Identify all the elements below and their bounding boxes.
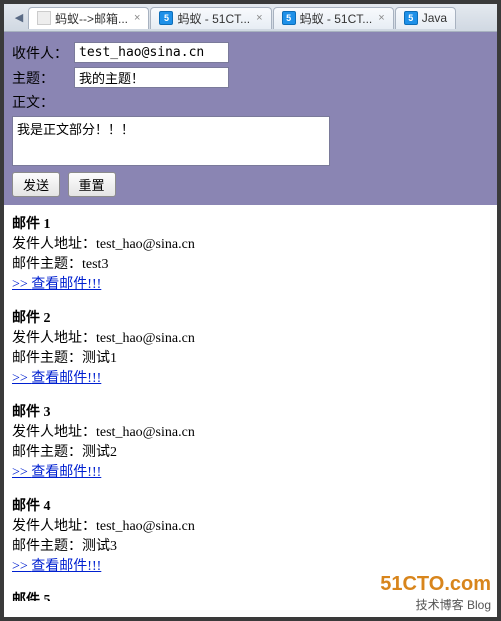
view-mail-link[interactable]: >> 查看邮件!!!	[12, 559, 101, 574]
cto-icon: 5	[404, 11, 418, 25]
reset-button[interactable]	[68, 172, 116, 197]
tab-51cto-1[interactable]: 5 蚂蚁 - 51CT... ×	[150, 7, 271, 29]
body-textarea[interactable]: 我是正文部分！！！	[12, 116, 330, 166]
tab-scroll-left[interactable]: ◀	[10, 9, 28, 27]
recipient-label: 收件人：	[12, 43, 74, 63]
close-icon[interactable]: ×	[134, 12, 140, 24]
body-label: 正文：	[12, 92, 74, 112]
tab-51cto-2[interactable]: 5 蚂蚁 - 51CT... ×	[273, 7, 394, 29]
tab-label: 蚂蚁 - 51CT...	[300, 10, 373, 27]
cto-icon: 5	[282, 11, 296, 25]
browser-tabstrip: ◀ 蚂蚁-->邮箱... × 5 蚂蚁 - 51CT... × 5 蚂蚁 - 5…	[4, 4, 497, 32]
tab-label: 蚂蚁 - 51CT...	[177, 10, 250, 27]
compose-form: 收件人： 主题： 正文： 我是正文部分！！！	[4, 32, 497, 205]
mail-item: 邮件 2 发件人地址：test_hao@sina.cn 邮件主题：测试1 >> …	[12, 307, 489, 387]
tab-label: Java	[422, 11, 447, 25]
subject-label: 主题：	[12, 68, 74, 88]
page-icon	[37, 11, 51, 25]
subject-input[interactable]	[74, 67, 229, 88]
tab-mailbox[interactable]: 蚂蚁-->邮箱... ×	[28, 7, 149, 29]
mail-item: 邮件 5	[12, 589, 489, 601]
close-icon[interactable]: ×	[378, 12, 384, 24]
view-mail-link[interactable]: >> 查看邮件!!!	[12, 465, 101, 480]
send-button[interactable]	[12, 172, 60, 197]
view-mail-link[interactable]: >> 查看邮件!!!	[12, 371, 101, 386]
mail-item: 邮件 3 发件人地址：test_hao@sina.cn 邮件主题：测试2 >> …	[12, 401, 489, 481]
mail-list: 邮件 1 发件人地址：test_hao@sina.cn 邮件主题：test3 >…	[4, 205, 497, 601]
tab-label: 蚂蚁-->邮箱...	[55, 10, 128, 27]
tab-java[interactable]: 5 Java	[395, 7, 456, 29]
recipient-input[interactable]	[74, 42, 229, 63]
cto-icon: 5	[159, 11, 173, 25]
mail-item: 邮件 1 发件人地址：test_hao@sina.cn 邮件主题：test3 >…	[12, 213, 489, 293]
close-icon[interactable]: ×	[256, 12, 262, 24]
view-mail-link[interactable]: >> 查看邮件!!!	[12, 277, 101, 292]
mail-item: 邮件 4 发件人地址：test_hao@sina.cn 邮件主题：测试3 >> …	[12, 495, 489, 575]
